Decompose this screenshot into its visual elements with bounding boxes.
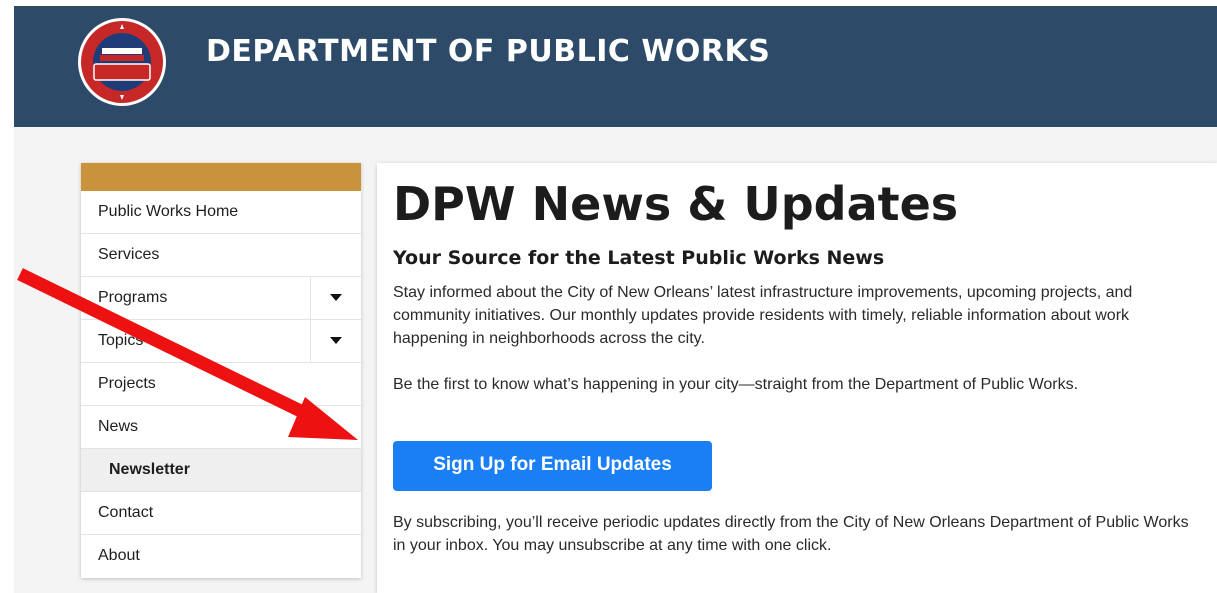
sidebar-item-topics[interactable]: Topics — [81, 320, 361, 363]
caret-down-icon — [330, 294, 342, 301]
caret-down-icon — [330, 337, 342, 344]
sidebar-item-programs[interactable]: Programs — [81, 277, 361, 320]
sidebar-item-projects[interactable]: Projects — [81, 363, 361, 406]
expand-programs-toggle[interactable] — [310, 277, 361, 319]
sidebar-item-label: Newsletter — [109, 461, 190, 478]
sidebar-item-label: Public Works Home — [98, 203, 239, 220]
sidebar-item-label: Topics — [98, 332, 144, 349]
sidebar-item-public-works-home[interactable]: Public Works Home — [81, 191, 361, 234]
sidebar-item-label: Programs — [98, 289, 168, 306]
email-signup-button[interactable]: Sign Up for Email Updates — [393, 441, 712, 491]
dpw-seal-logo[interactable] — [72, 16, 172, 108]
sidebar-item-label: Projects — [98, 375, 156, 392]
sidebar-item-label: Services — [98, 246, 160, 263]
site-header: DEPARTMENT OF PUBLIC WORKS — [14, 6, 1217, 127]
main-content: DPW News & Updates Your Source for the L… — [377, 163, 1217, 593]
page-subtitle: Your Source for the Latest Public Works … — [393, 247, 885, 269]
sidebar-item-newsletter[interactable]: Newsletter — [81, 449, 361, 492]
cta-paragraph: Be the first to know what’s happening in… — [393, 376, 1079, 393]
expand-topics-toggle[interactable] — [310, 320, 361, 362]
sidebar-item-label: About — [98, 547, 140, 564]
sidebar-item-label: News — [98, 418, 139, 435]
subscription-note: By subscribing, you’ll receive periodic … — [393, 514, 1189, 554]
sidebar-item-services[interactable]: Services — [81, 234, 361, 277]
site-title: DEPARTMENT OF PUBLIC WORKS — [206, 34, 771, 69]
sidebar-item-contact[interactable]: Contact — [81, 492, 361, 535]
sidebar-item-news[interactable]: News — [81, 406, 361, 449]
sidebar-nav: Public Works Home Services Programs Topi… — [81, 163, 361, 578]
page-title: DPW News & Updates — [393, 177, 959, 231]
sidebar-item-about[interactable]: About — [81, 535, 361, 577]
sidebar-item-label: Contact — [98, 504, 154, 521]
intro-paragraph: Stay informed about the City of New Orle… — [393, 284, 1133, 347]
sidebar-accent-bar — [81, 163, 361, 191]
